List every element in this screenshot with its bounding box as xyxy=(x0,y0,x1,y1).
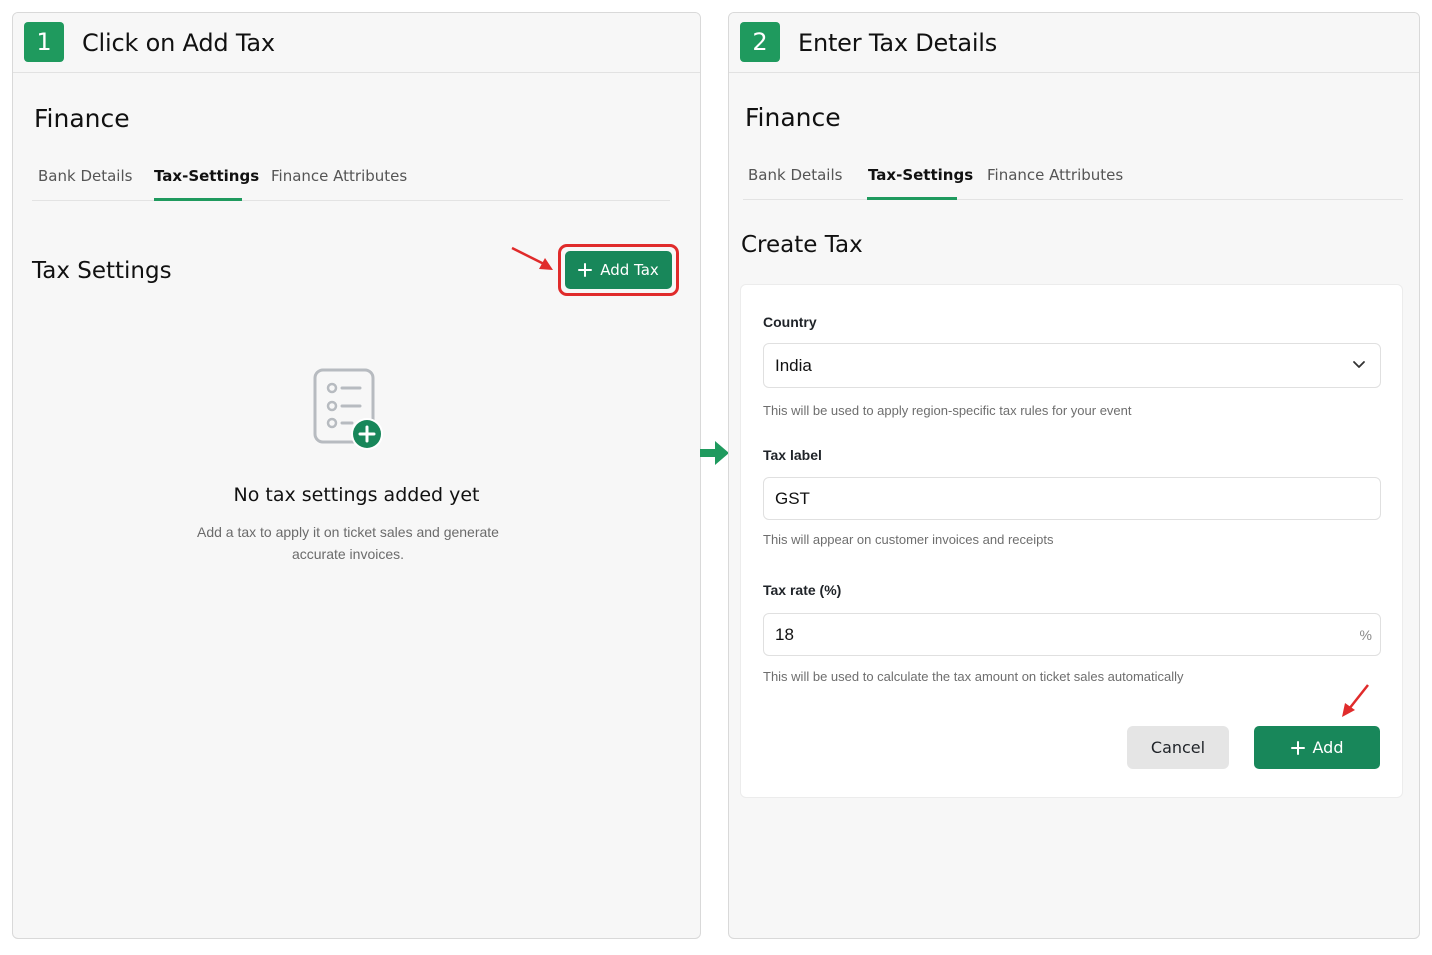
red-pointer-arrow-icon xyxy=(1342,684,1369,717)
step-2-badge: 2 xyxy=(740,22,780,62)
tax-rate-input[interactable]: 18 % xyxy=(763,613,1381,656)
step-1-header: 1 Click on Add Tax xyxy=(13,13,700,73)
step-1-title: Click on Add Tax xyxy=(82,29,275,57)
country-label: Country xyxy=(763,314,817,330)
red-pointer-arrow-icon xyxy=(511,246,553,270)
page-title: Finance xyxy=(34,104,130,133)
add-tax-label: Add Tax xyxy=(600,261,659,279)
chevron-down-icon xyxy=(1353,361,1365,368)
add-tax-button[interactable]: Add Tax xyxy=(565,251,672,289)
step-1-badge: 1 xyxy=(24,22,64,62)
form-title: Create Tax xyxy=(741,232,863,258)
flow-arrow-icon xyxy=(700,441,729,465)
plus-icon xyxy=(578,263,593,277)
step-2-panel: 2 Enter Tax Details Finance Bank Details… xyxy=(728,12,1420,939)
tab-finance-attributes[interactable]: Finance Attributes xyxy=(271,163,407,201)
cancel-button[interactable]: Cancel xyxy=(1127,726,1229,769)
percent-suffix: % xyxy=(1359,626,1372,643)
tab-finance-attributes[interactable]: Finance Attributes xyxy=(987,162,1123,200)
empty-state-title: No tax settings added yet xyxy=(233,484,480,506)
page-title: Finance xyxy=(745,103,841,132)
create-tax-form: Country India This will be used to apply… xyxy=(740,284,1403,798)
finance-tabs: Bank Details Tax-Settings Finance Attrib… xyxy=(32,163,670,201)
tax-label-value: GST xyxy=(775,488,810,508)
tax-rate-label: Tax rate (%) xyxy=(763,582,842,598)
step-2-header: 2 Enter Tax Details xyxy=(729,13,1419,73)
country-help: This will be used to apply region-specif… xyxy=(763,403,1132,418)
tax-label-input[interactable]: GST xyxy=(763,477,1381,520)
tab-tax-settings[interactable]: Tax-Settings xyxy=(154,163,259,201)
section-title: Tax Settings xyxy=(32,258,172,284)
country-select[interactable]: India xyxy=(763,343,1381,388)
finance-tabs: Bank Details Tax-Settings Finance Attrib… xyxy=(743,162,1403,200)
tax-rate-value: 18 xyxy=(775,624,794,644)
step-1-panel: 1 Click on Add Tax Finance Bank Details … xyxy=(12,12,701,939)
step-2-title: Enter Tax Details xyxy=(798,29,998,57)
add-label: Add xyxy=(1312,738,1344,757)
tax-label-help: This will appear on customer invoices an… xyxy=(763,532,1054,547)
active-tab-indicator xyxy=(154,198,242,201)
add-button[interactable]: Add xyxy=(1254,726,1380,769)
tax-rate-help: This will be used to calculate the tax a… xyxy=(763,669,1184,684)
active-tab-indicator xyxy=(867,197,957,200)
tab-tax-settings[interactable]: Tax-Settings xyxy=(868,162,973,200)
tax-label-label: Tax label xyxy=(763,447,822,463)
empty-state-description: Add a tax to apply it on ticket sales an… xyxy=(197,524,499,562)
plus-icon xyxy=(1290,740,1305,755)
tab-bank-details[interactable]: Bank Details xyxy=(38,163,132,201)
country-value: India xyxy=(775,355,812,375)
tab-bank-details[interactable]: Bank Details xyxy=(748,162,842,200)
empty-list-icon xyxy=(313,368,383,450)
